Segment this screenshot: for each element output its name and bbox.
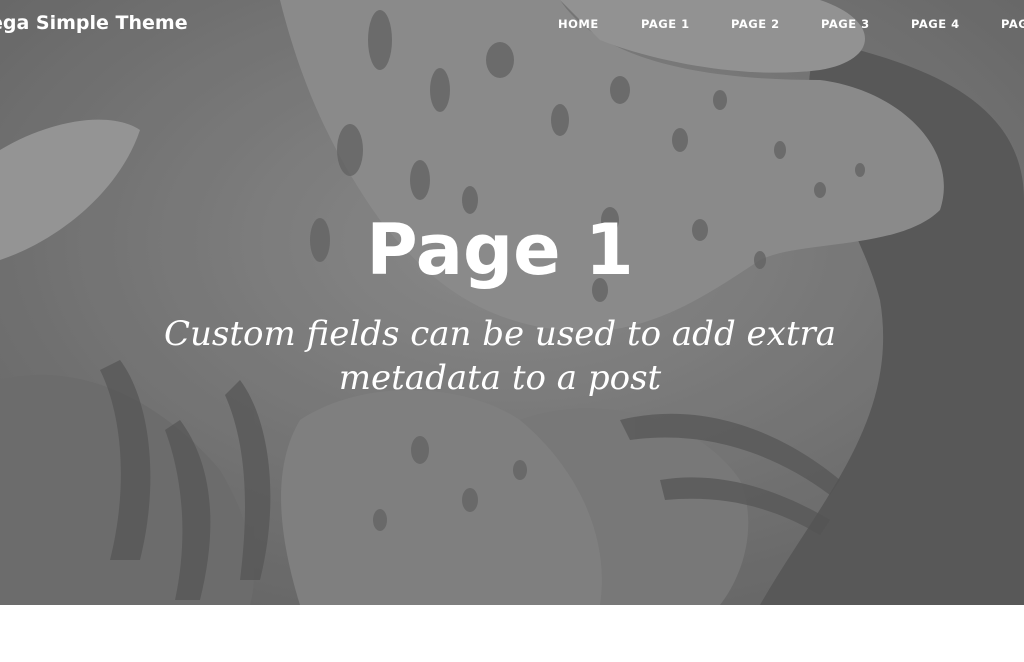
nav-item-page-5[interactable]: PAG xyxy=(1001,17,1024,31)
hero-banner: ega Simple Theme HOME PAGE 1 PAGE 2 PAGE… xyxy=(0,0,1024,605)
nav-item-page-1[interactable]: PAGE 1 xyxy=(641,17,690,31)
nav-item-page-4[interactable]: PAGE 4 xyxy=(911,17,960,31)
page-title: Page 1 xyxy=(366,209,634,291)
content-area xyxy=(0,605,1024,662)
nav-item-page-3[interactable]: PAGE 3 xyxy=(821,17,870,31)
page-subtitle: Custom fields can be used to add extra m… xyxy=(163,314,836,398)
nav-item-page-2[interactable]: PAGE 2 xyxy=(731,17,780,31)
main-navigation: HOME PAGE 1 PAGE 2 PAGE 3 PAGE 4 PAG xyxy=(0,17,1024,33)
hero-overlay xyxy=(0,0,1024,605)
nav-item-home[interactable]: HOME xyxy=(558,17,599,31)
